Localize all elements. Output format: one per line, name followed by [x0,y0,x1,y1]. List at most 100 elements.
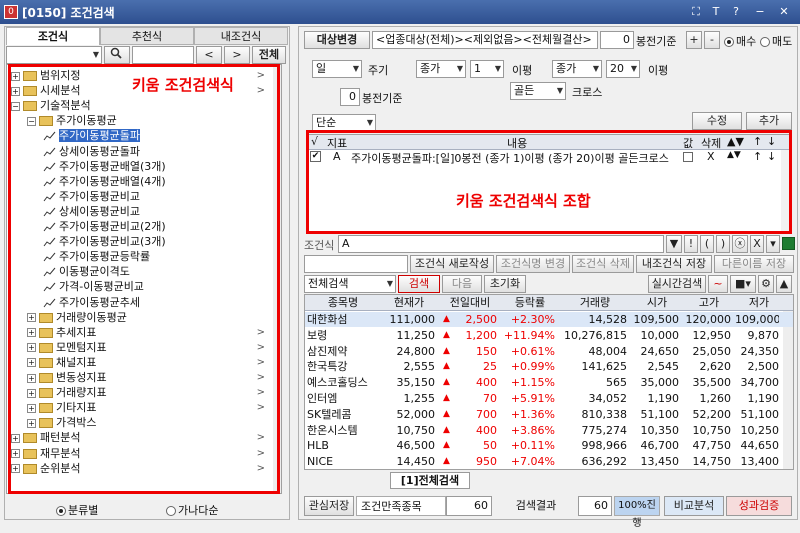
tree-item[interactable]: 상세이동평균돌파 [43,144,273,159]
sym-x-circle[interactable]: ⓧ [732,235,748,253]
radio-alphabetical[interactable]: 가나다순 [166,502,218,518]
condition-row[interactable]: ✔ A 주가이동평균돌파:[일]0봉전 (종가 1)이평 (종가 20)이평 골… [307,150,791,165]
sym-more[interactable]: ▾ [766,235,780,253]
up-arrow[interactable]: ↑ [753,150,762,163]
table-row[interactable]: SK텔레콤 52,000 700 ▲ +1.36% 810,338 51,100 52,200… [305,407,793,422]
all-button[interactable]: 전체 [252,46,286,64]
tree-scrollbar[interactable] [273,65,281,493]
ma2-select[interactable]: 20 [606,60,640,78]
screen-icon[interactable]: ⛶ [688,4,704,20]
result-type-select[interactable]: 전체검색 [304,275,396,293]
tree-item[interactable]: + 패턴분석 > [11,430,273,445]
expand-icon[interactable]: + [11,86,20,96]
table-row[interactable]: 보령 11,250 1,200 ▲ +11.94% 10,276,815 10,000 12,… [305,328,793,343]
column-header[interactable]: 전일대비 [439,295,501,310]
chevron-right-icon[interactable]: > [257,355,265,370]
chevron-right-icon[interactable]: > [257,370,265,385]
condition-scrollbar[interactable] [781,150,791,231]
add-button[interactable]: 추가 [746,112,792,130]
tree-item[interactable]: 주가이동평균비교(2개) [43,219,273,234]
excel-icon[interactable] [782,237,795,250]
tree-item[interactable]: + 가격박스 [27,415,273,430]
sym-open[interactable]: ( [700,235,714,253]
realtime-search-button[interactable]: 실시간검색 [648,275,706,293]
tree-item[interactable]: 주가이동평균추세 [43,295,273,310]
chevron-right-icon[interactable]: > [257,340,265,355]
expand-icon[interactable]: + [27,343,36,353]
search-button[interactable]: 검색 [398,275,440,293]
minus-button[interactable]: - [704,31,720,49]
tree-item[interactable]: − 기술적분석 [11,98,273,113]
radio-category[interactable]: 분류별 [56,502,98,518]
chart-icon[interactable]: ~ [708,275,728,293]
table-row[interactable]: 한국특강 2,555 25 ▲ +0.99% 141,625 2,545 2,620 2,500 [305,359,793,374]
sym-close[interactable]: ) [716,235,730,253]
expand-icon[interactable]: + [27,373,36,383]
expand-icon[interactable]: + [11,464,20,474]
search-input[interactable] [132,46,194,64]
radio-buy[interactable]: 매수 [724,33,756,49]
settings-icon[interactable]: ⚙ [758,275,774,293]
collapse-icon[interactable]: − [27,116,36,126]
edit-button[interactable]: 수정 [692,112,742,130]
sym-dropdown[interactable]: ▼ [666,235,682,253]
chevron-right-icon[interactable]: > [257,68,265,83]
tree-item[interactable]: 상세이동평균비교 [43,204,273,219]
minimize-button[interactable]: − [752,4,768,20]
help-button[interactable]: ? [728,4,744,20]
tree-item[interactable]: + 거래량이동평균 [27,310,273,325]
menu-icon[interactable]: ■▾ [730,275,756,293]
tab-recommend[interactable]: 추천식 [100,27,194,45]
search-combo[interactable] [6,46,102,64]
column-header[interactable]: 시가 [631,295,683,310]
target-change-button[interactable]: 대상변경 [304,31,370,49]
expand-icon[interactable]: + [11,71,20,81]
table-row[interactable]: 대한화섬 111,000 2,500 ▲ +2.30% 14,528 109,500 120,… [305,312,793,327]
performance-button[interactable]: 성과검증 [726,496,792,516]
tree-item[interactable]: 주가이동평균배열(4개) [43,174,273,189]
table-row[interactable]: 삼진제약 24,800 150 ▲ +0.61% 48,004 24,650 25,050 24… [305,344,793,359]
table-row[interactable]: NICE 14,450 950 ▲ +7.04% 636,292 13,450 14,750 1… [305,454,793,469]
expand-icon[interactable]: + [27,418,36,428]
column-header[interactable]: 현재가 [379,295,439,310]
font-button[interactable]: T [708,4,724,20]
column-header[interactable]: 저가 [735,295,783,310]
period-select[interactable]: 일 [312,60,362,78]
tree-item[interactable]: + 재무분석 > [11,446,273,461]
close-button[interactable]: ✕ [776,4,792,20]
next-button[interactable]: > [224,46,250,64]
tree-item[interactable]: + 변동성지표 > [27,370,273,385]
table-row[interactable]: 인터엠 1,255 70 ▲ +5.91% 34,052 1,190 1,260 1,190 [305,391,793,406]
base-bong-input[interactable]: 0 [600,31,634,49]
tab-my-condition[interactable]: 내조건식 [194,27,288,45]
chevron-right-icon[interactable]: > [257,461,265,476]
expand-icon[interactable]: + [27,358,36,368]
price2-select[interactable]: 종가 [552,60,602,78]
tree-item[interactable]: 주가이동평균배열(3개) [43,159,273,174]
radio-sell[interactable]: 매도 [760,33,792,49]
reset-button[interactable]: 초기화 [484,275,526,293]
ma1-select[interactable]: 1 [470,60,504,78]
down-arrow[interactable]: ↓ [767,150,776,163]
next-page-button[interactable]: 다음 [442,275,482,293]
tree-item[interactable]: 주가이동평균비교(3개) [43,234,273,249]
expand-icon[interactable]: + [27,313,36,323]
tab-condition[interactable]: 조건식 [6,27,100,45]
condition-checkbox[interactable]: ✔ [310,151,321,162]
ma-type-select[interactable]: 단순 [312,114,376,132]
tree-item[interactable]: 주가이동평균등락률 [43,249,273,264]
tab-all-search[interactable]: [1]전체검색 [390,472,470,489]
column-header[interactable]: 종목명 [307,295,379,310]
column-header[interactable]: 고가 [683,295,735,310]
compare-button[interactable]: 비교분석 [664,496,724,516]
expand-icon[interactable]: + [11,449,20,458]
prev-button[interactable]: < [196,46,222,64]
condition-name-input[interactable] [304,255,408,273]
tree-item[interactable]: 주가이동평균비교 [43,189,273,204]
sym-x[interactable]: X [750,235,764,253]
value-checkbox[interactable] [683,152,693,162]
plus-button[interactable]: + [686,31,702,49]
move-arrows[interactable]: ▲▼ [727,150,741,160]
column-header[interactable]: 거래량 [559,295,631,310]
column-header[interactable]: 등락률 [501,295,559,310]
